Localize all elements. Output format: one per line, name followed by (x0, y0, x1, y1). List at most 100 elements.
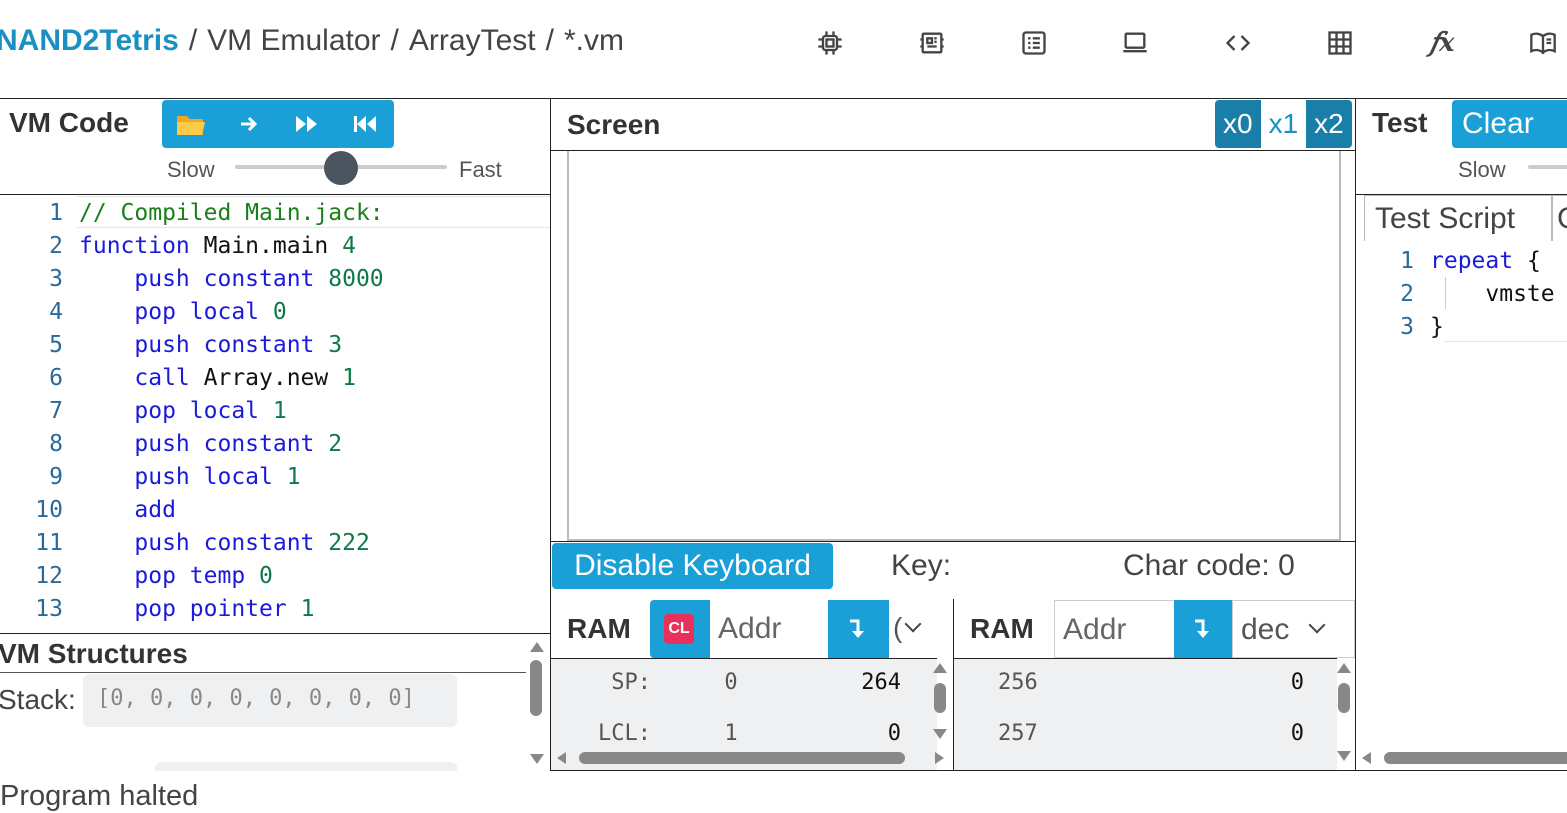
code-token: 1 (272, 397, 287, 424)
code-token: push constant (79, 331, 329, 358)
line-number: 1 (49, 199, 63, 226)
scroll-thumb[interactable] (1338, 683, 1350, 713)
brand-link[interactable]: NAND2Tetris (0, 24, 179, 57)
scroll-left-arrow[interactable] (1362, 752, 1371, 764)
code-line: 1 repeat { (1356, 244, 1541, 277)
step-button[interactable] (220, 100, 278, 148)
disable-keyboard-button[interactable]: Disable Keyboard (552, 543, 833, 589)
zoom-x1-button[interactable]: x1 (1260, 100, 1307, 148)
stack-label: Stack: (0, 684, 76, 715)
hack-screen[interactable] (567, 151, 1341, 541)
divider (551, 541, 1355, 542)
book-icon[interactable] (1528, 28, 1558, 58)
register-label: LCL: (598, 721, 651, 746)
tab-compare[interactable]: C (1552, 195, 1567, 241)
code-line: 10 add (0, 493, 176, 526)
speed-slow-label: Slow (1458, 157, 1506, 182)
h-scrollbar[interactable] (1362, 751, 1567, 765)
zoom-x0-button[interactable]: x0 (1215, 100, 1261, 148)
ram-rows: 256 0 257 0 (954, 658, 1337, 768)
ram-toolbar: CL Addr ( (650, 600, 955, 658)
ram-addr-input[interactable]: Addr (1054, 600, 1174, 658)
line-number: 12 (35, 562, 63, 589)
line-number: 13 (35, 595, 63, 622)
scroll-thumb[interactable] (1384, 752, 1567, 764)
cpu-icon[interactable] (917, 28, 947, 58)
screen-panel: Screen x0 x1 x2 Disable Keyboard Key: Ch… (550, 98, 1356, 600)
code-token: repeat (1430, 247, 1514, 274)
code-line: 4 pop local 0 (0, 295, 287, 328)
code-token: Main.main (189, 232, 343, 259)
scroll-right-arrow[interactable] (935, 752, 944, 764)
open-folder-button[interactable] (162, 100, 220, 148)
line-number: 5 (49, 331, 63, 358)
run-button[interactable] (278, 100, 336, 148)
grid-icon[interactable] (1325, 28, 1355, 58)
clear-badge-button[interactable]: CL (664, 614, 694, 644)
zoom-toggle: x0 x1 x2 (1215, 100, 1352, 148)
code-token: pop local (79, 298, 273, 325)
line-number: 2 (1400, 280, 1414, 307)
scrollbar[interactable] (1335, 661, 1355, 770)
scroll-up-arrow[interactable] (530, 642, 544, 652)
code-line: 9 push local 1 (0, 460, 300, 493)
divider (0, 194, 550, 195)
scroll-up-arrow[interactable] (1337, 663, 1351, 673)
ram-value: 0 (1290, 721, 1304, 746)
code-line: 2 vmste (1356, 277, 1554, 310)
scroll-left-arrow[interactable] (557, 752, 566, 764)
code-line: 12 pop temp 0 (0, 559, 273, 592)
code-token: pop local (79, 397, 273, 424)
scroll-thumb[interactable] (579, 752, 905, 764)
code-line: 6 call Array.new 1 (0, 361, 356, 394)
scroll-up-arrow[interactable] (933, 663, 947, 673)
scroll-down-arrow[interactable] (933, 729, 947, 739)
code-token: } (1430, 313, 1444, 340)
code-token: Array.new (189, 364, 343, 391)
format-select[interactable]: ( (889, 600, 955, 658)
chip-icon[interactable] (815, 28, 845, 58)
ram-title: RAM (970, 613, 1034, 644)
ram-address: 1 (724, 721, 738, 746)
speed-slider-knob[interactable] (324, 151, 358, 185)
code-icon[interactable] (1223, 28, 1253, 58)
scroll-down-arrow[interactable] (1337, 751, 1351, 761)
format-select[interactable]: dec (1232, 600, 1355, 658)
tab-test-script[interactable]: Test Script (1364, 195, 1552, 241)
breadcrumb-section[interactable]: VM Emulator (207, 24, 380, 57)
list-icon[interactable] (1019, 28, 1049, 58)
reset-button[interactable] (336, 100, 394, 148)
ram-panel-1: RAM CL Addr ( SP: 0 264 LCL: 1 0 (550, 599, 956, 771)
scrollbar[interactable] (527, 634, 547, 771)
breadcrumb-project[interactable]: ArrayTest (409, 24, 536, 57)
scroll-thumb[interactable] (530, 660, 542, 716)
jump-icon[interactable] (842, 613, 874, 645)
line-number: 3 (49, 265, 63, 292)
vm-code-title: VM Code (9, 107, 129, 138)
ram-addr-input[interactable]: Addr (710, 600, 828, 658)
stack-value: [0, 0, 0, 0, 0, 0, 0, 0] (83, 674, 457, 727)
speed-slider-track[interactable] (1528, 165, 1567, 169)
code-token: add (79, 496, 176, 523)
code-token: push constant (79, 529, 329, 556)
chevron-down-icon (1308, 616, 1326, 634)
code-line: 8 push constant 2 (0, 427, 342, 460)
jump-button[interactable] (1174, 600, 1232, 658)
code-line: 3} (1356, 310, 1444, 343)
scroll-thumb[interactable] (934, 683, 946, 713)
test-script-editor[interactable]: 1 repeat {2 vmste 3} (1356, 244, 1567, 364)
ram-title: RAM (567, 613, 631, 644)
ram-value: 0 (1290, 670, 1304, 695)
scroll-down-arrow[interactable] (530, 754, 544, 764)
clear-button[interactable]: Clear (1452, 100, 1567, 148)
function-icon[interactable]: 𝑓x (1427, 28, 1457, 58)
h-scrollbar[interactable] (557, 751, 945, 765)
vm-structures-title: VM Structures (0, 638, 188, 669)
vm-code-editor[interactable]: 1 // Compiled Main.jack: 2 function Main.ma… (0, 196, 550, 634)
breadcrumb-separator: / (390, 24, 399, 57)
laptop-icon[interactable] (1120, 28, 1150, 58)
breadcrumb-file[interactable]: *.vm (564, 24, 624, 57)
speed-fast-label: Fast (459, 157, 502, 182)
zoom-x2-button[interactable]: x2 (1306, 100, 1352, 148)
line-number: 4 (49, 298, 63, 325)
